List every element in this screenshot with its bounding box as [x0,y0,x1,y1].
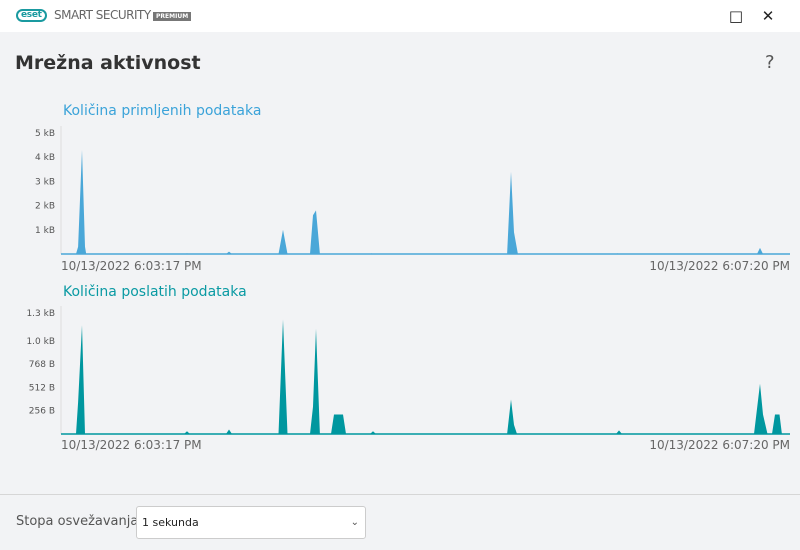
received-area-series [61,149,790,254]
received-y-tick: 1 kB [35,226,55,236]
sent-y-tick: 1.3 kB [26,309,55,319]
refresh-rate-value: 1 sekunda [142,516,199,529]
received-y-tick: 5 kB [35,129,55,139]
sent-y-tick: 256 B [29,407,55,417]
received-y-tick: 2 kB [35,202,55,212]
network-charts: 1 kB 2 kB 3 kB 4 kB 5 kB 256 B 512 B 768 B 1.0 k… [26,126,790,435]
sent-area-series [61,319,790,434]
refresh-rate-select[interactable]: 1 sekunda ⌄ [136,506,366,539]
sent-y-tick: 512 B [29,383,55,393]
refresh-rate-label: Stopa osvežavanja [16,514,139,529]
footer-divider [0,494,800,495]
sent-y-tick: 768 B [29,360,55,370]
received-y-tick: 3 kB [35,177,55,187]
sent-y-tick: 1.0 kB [26,337,55,347]
chevron-down-icon: ⌄ [350,517,359,528]
received-y-tick: 4 kB [35,153,55,163]
